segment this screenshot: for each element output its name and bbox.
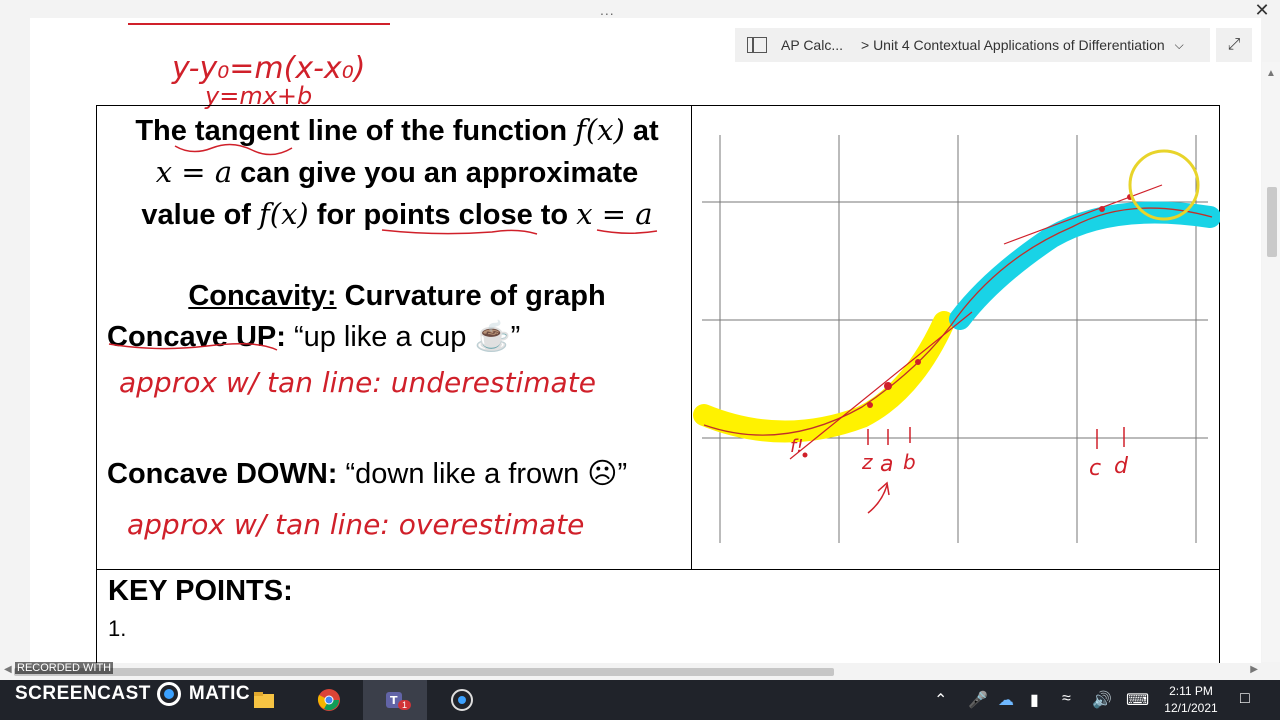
microphone-icon[interactable]: 🎤	[968, 690, 988, 710]
screencast-watermark: SCREENCAST MATIC	[15, 682, 250, 706]
horizontal-scrollbar[interactable]: ◀ ▶	[0, 663, 1262, 680]
scroll-right-icon[interactable]: ▶	[1250, 664, 1258, 675]
clock-date: 12/1/2021	[1164, 701, 1218, 715]
notifications-icon[interactable]: □	[1240, 690, 1250, 708]
recorded-with-label: RECORDED WITH	[15, 662, 114, 674]
screencast-logo-icon	[156, 682, 181, 706]
file-explorer-icon[interactable]	[252, 688, 276, 712]
vertical-scrollbar[interactable]: ▲	[1262, 62, 1280, 662]
label-f: f!	[790, 436, 804, 457]
handwritten-formulas: y-y₀=m(x-x₀) y=mx+b	[128, 23, 390, 110]
label-d: d	[1114, 454, 1129, 479]
volume-icon[interactable]: 🔊	[1092, 690, 1112, 710]
ink-annotations: approx w/ tan line: underestimate approx…	[108, 143, 658, 541]
matic-text: MATIC	[188, 683, 251, 704]
onedrive-icon[interactable]: ☁	[998, 690, 1014, 710]
overestimate-note: approx w/ tan line: overestimate	[127, 508, 584, 541]
teams-app[interactable]: T 1	[363, 680, 427, 720]
show-hidden-icons-icon[interactable]: ⌃	[934, 690, 947, 710]
label-b: b	[903, 450, 916, 474]
yellow-highlight	[693, 311, 955, 443]
point-slope-form: y-y₀=m(x-x₀)	[171, 51, 365, 86]
chrome-icon[interactable]	[317, 688, 341, 712]
label-a: a	[880, 452, 893, 477]
svg-text:T: T	[390, 694, 398, 707]
onenote-canvas: ... ✕ AP Calc... > Unit 4 Contextual App…	[0, 0, 1280, 680]
battery-icon[interactable]: ▮	[1030, 690, 1039, 710]
tangent-line	[789, 311, 973, 460]
teams-badge: 1	[398, 700, 412, 710]
scroll-left-icon[interactable]: ◀	[4, 664, 12, 675]
concavity-graph: f! z a b c d	[693, 135, 1220, 543]
screencast-icon[interactable]	[451, 689, 473, 711]
cyan-highlight	[949, 201, 1220, 330]
notes-table: The tangent line of the function f(x) at…	[96, 105, 1220, 665]
scroll-up-icon[interactable]: ▲	[1266, 68, 1276, 79]
row-divider	[97, 569, 1219, 570]
label-z: z	[861, 450, 873, 474]
key-points-heading: KEY POINTS:	[108, 575, 293, 607]
screencast-text: SCREENCAST	[15, 683, 151, 704]
clock[interactable]: 2:11 PM 12/1/2021	[1158, 683, 1224, 717]
key-point-item[interactable]: 1.	[108, 616, 126, 642]
scrollbar-thumb[interactable]	[14, 668, 834, 676]
clock-time: 2:11 PM	[1169, 684, 1213, 698]
label-c: c	[1089, 456, 1101, 481]
underestimate-note: approx w/ tan line: underestimate	[119, 366, 596, 399]
scrollbar-thumb[interactable]	[1267, 187, 1277, 257]
wifi-icon[interactable]: ≈	[1062, 690, 1071, 708]
arrow-to-a	[867, 481, 890, 514]
keyboard-icon[interactable]: ⌨	[1126, 690, 1149, 710]
